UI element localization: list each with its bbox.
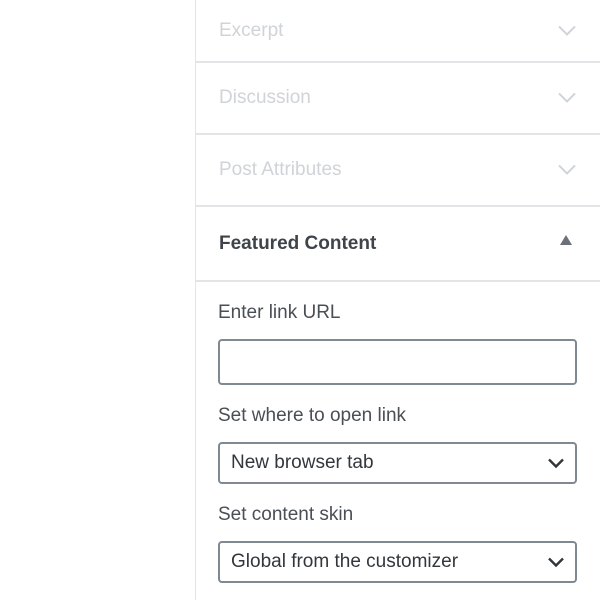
featured-content-body: Enter link URL Set where to open link Ne…: [196, 282, 600, 583]
panel-excerpt[interactable]: Excerpt: [196, 0, 600, 63]
content-skin-select[interactable]: Global from the customizer: [218, 541, 577, 583]
chevron-down-icon: [558, 164, 576, 175]
open-link-selected-value: New browser tab: [231, 452, 374, 473]
link-url-label: Enter link URL: [218, 302, 341, 323]
caret-up-icon: [560, 235, 572, 245]
editor-stage: Excerpt Discussion Post Attributes Featu…: [0, 0, 600, 600]
panel-post-attributes-title: Post Attributes: [219, 159, 342, 180]
settings-sidebar: Excerpt Discussion Post Attributes Featu…: [195, 0, 600, 600]
content-skin-selected-value: Global from the customizer: [231, 551, 459, 572]
chevron-down-icon: [558, 92, 576, 103]
link-url-input[interactable]: [218, 339, 577, 385]
panel-post-attributes[interactable]: Post Attributes: [196, 135, 600, 207]
chevron-down-icon: [548, 458, 564, 469]
chevron-down-icon: [558, 25, 576, 36]
panel-discussion-title: Discussion: [219, 87, 311, 108]
content-skin-label: Set content skin: [218, 504, 354, 525]
open-link-select[interactable]: New browser tab: [218, 442, 577, 484]
panel-featured-content[interactable]: Featured Content: [196, 207, 600, 282]
panel-discussion[interactable]: Discussion: [196, 63, 600, 135]
panel-excerpt-title: Excerpt: [219, 19, 284, 41]
open-link-label: Set where to open link: [218, 405, 407, 426]
panel-featured-content-title: Featured Content: [219, 232, 377, 254]
chevron-down-icon: [548, 557, 564, 568]
